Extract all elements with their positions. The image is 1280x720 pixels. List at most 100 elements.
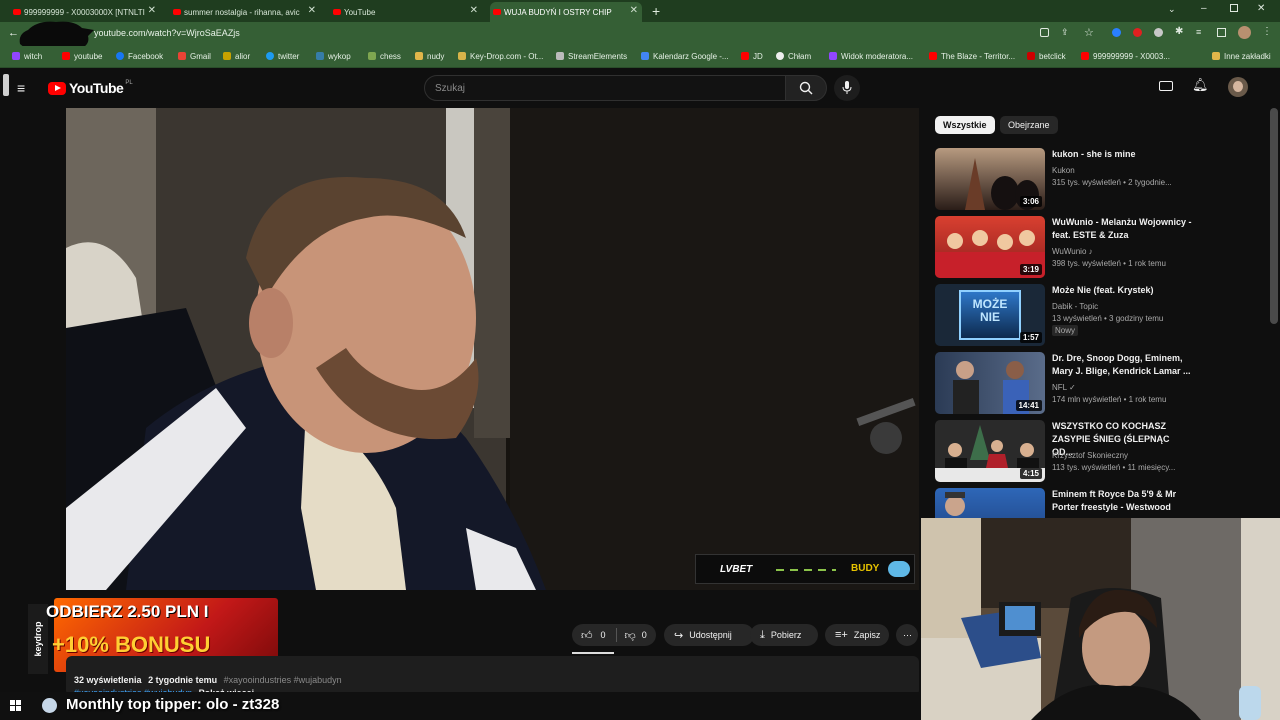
- bookmark[interactable]: nudy: [415, 52, 444, 61]
- video-player[interactable]: LVBET BUDY: [66, 108, 919, 590]
- video-thumbnail[interactable]: 3:19: [935, 216, 1045, 278]
- bookmark[interactable]: youtube: [62, 52, 102, 61]
- search-button[interactable]: [785, 75, 827, 101]
- bookmark[interactable]: alior: [223, 52, 250, 61]
- maximize-button[interactable]: [1230, 4, 1238, 12]
- bookmark[interactable]: 999999999 - X0003...: [1081, 52, 1170, 61]
- video-thumbnail[interactable]: 14:41: [935, 352, 1045, 414]
- address-bar: ← youtube.com/watch?v=WjroSaEAZjs ⇪ ☆ ✱ …: [0, 21, 1280, 59]
- puzzle-icon[interactable]: ✱: [1175, 26, 1183, 37]
- bookmark[interactable]: betclick: [1027, 52, 1066, 61]
- profile-avatar[interactable]: [1238, 26, 1251, 39]
- sidepanel-icon[interactable]: [1217, 28, 1226, 37]
- bookmark[interactable]: witch: [12, 52, 42, 61]
- close-window-button[interactable]: ✕: [1257, 3, 1265, 14]
- thumbs-down-icon[interactable]: 👎︎: [625, 629, 636, 642]
- extension-icon[interactable]: [1133, 28, 1142, 37]
- chip-watched[interactable]: Obejrzane: [1000, 116, 1058, 134]
- recommended-video[interactable]: MOŻE NIE 1:57 Może Nie (feat. Krystek) D…: [935, 284, 1265, 346]
- menu-icon[interactable]: ⋮: [1262, 26, 1272, 37]
- playlist-icon[interactable]: ≡: [1196, 27, 1201, 37]
- bookmark-label: 999999999 - X0003...: [1093, 52, 1170, 61]
- recommended-video[interactable]: Eminem ft Royce Da 5'9 & Mr Porter frees…: [935, 488, 1265, 518]
- scroll-handle[interactable]: [3, 74, 9, 96]
- close-icon[interactable]: ✕: [308, 5, 316, 16]
- video-thumbnail[interactable]: [935, 488, 1045, 518]
- close-icon[interactable]: ✕: [630, 5, 638, 16]
- channel-name[interactable]: Dabik - Topic: [1052, 302, 1098, 311]
- channel-name[interactable]: Krzysztof Skonieczny: [1052, 451, 1128, 460]
- close-icon[interactable]: ✕: [148, 5, 156, 16]
- browser-tab-active[interactable]: WUJA BUDYŃ I OSTRY CHIP ✕: [490, 2, 642, 22]
- youtube-icon: [62, 52, 70, 60]
- bookmark[interactable]: Gmail: [178, 52, 211, 61]
- promo-side-strip: keydrop: [28, 604, 48, 674]
- video-thumbnail[interactable]: MOŻE NIE 1:57: [935, 284, 1045, 346]
- save-button[interactable]: ≡+ Zapisz: [825, 624, 889, 646]
- more-actions-button[interactable]: ⋯: [896, 624, 918, 646]
- url-text[interactable]: youtube.com/watch?v=WjroSaEAZjs: [94, 28, 240, 38]
- youtube-logo[interactable]: YouTube PL: [48, 80, 133, 96]
- recommended-video[interactable]: 3:06 kukon - she is mine Kukon 315 tys. …: [935, 148, 1265, 210]
- recommended-video[interactable]: 14:41 Dr. Dre, Snoop Dogg, Eminem, Mary …: [935, 352, 1265, 414]
- share-button[interactable]: ↪ Udostępnij: [664, 624, 754, 646]
- minimize-button[interactable]: –: [1201, 3, 1207, 14]
- video-title[interactable]: WuWunio - Melanżu Wojownicy - feat. ESTE…: [1052, 216, 1192, 242]
- video-title[interactable]: kukon - she is mine: [1052, 148, 1192, 161]
- install-icon[interactable]: [1040, 28, 1049, 37]
- thumbs-up-icon[interactable]: 👍︎: [581, 629, 593, 642]
- browser-tab[interactable]: YouTube ✕: [330, 2, 482, 22]
- windows-start-icon[interactable]: [10, 700, 21, 711]
- bookmark[interactable]: twitter: [266, 52, 299, 61]
- bookmark[interactable]: Widok moderatora...: [829, 52, 913, 61]
- bookmark[interactable]: The Blaze - Territor...: [929, 52, 1015, 61]
- chess-icon: [368, 52, 376, 60]
- download-icon: ⤓: [760, 628, 765, 641]
- download-button[interactable]: ⤓ Pobierz: [750, 624, 818, 646]
- share-icon[interactable]: ⇪: [1061, 27, 1069, 38]
- bookmark[interactable]: Chłam: [776, 52, 811, 61]
- voice-search-button[interactable]: [834, 75, 860, 101]
- recommended-video[interactable]: 3:19 WuWunio - Melanżu Wojownicy - feat.…: [935, 216, 1265, 278]
- bookmark[interactable]: JD: [741, 52, 763, 61]
- hamburger-menu-icon[interactable]: ≡: [17, 80, 25, 96]
- bookmark[interactable]: Key-Drop.com - Ot...: [458, 52, 543, 61]
- bookmark[interactable]: Facebook: [116, 52, 163, 61]
- microphone-icon: [842, 81, 852, 94]
- star-icon[interactable]: ☆: [1084, 26, 1094, 39]
- create-video-icon[interactable]: [1159, 81, 1173, 91]
- bookmark[interactable]: Kalendarz Google -...: [641, 52, 729, 61]
- taskbar-app-icon[interactable]: [42, 698, 57, 713]
- video-title[interactable]: Może Nie (feat. Krystek): [1052, 284, 1192, 297]
- browser-tab[interactable]: summer nostalgia - rihanna, avic ✕: [170, 2, 320, 22]
- channel-name[interactable]: WuWunio ♪: [1052, 247, 1093, 256]
- channel-name[interactable]: NFL ✓: [1052, 383, 1076, 392]
- channel-name[interactable]: Kukon: [1052, 166, 1075, 175]
- notifications-bell-icon[interactable]: 🔔︎: [1192, 77, 1209, 93]
- extension-icon[interactable]: [1112, 28, 1121, 37]
- account-avatar[interactable]: [1228, 77, 1248, 97]
- like-ratio-bar: [572, 652, 614, 654]
- chip-all[interactable]: Wszystkie: [935, 116, 995, 134]
- bookmark[interactable]: chess: [368, 52, 401, 61]
- calendar-icon: [641, 52, 649, 60]
- video-frame: [66, 108, 919, 590]
- video-title[interactable]: Dr. Dre, Snoop Dogg, Eminem, Mary J. Bli…: [1052, 352, 1192, 378]
- page-scrollbar[interactable]: [1270, 108, 1278, 324]
- bookmark[interactable]: Inne zakładki: [1212, 52, 1271, 61]
- hashtags[interactable]: #xayooindustries #wujabudyn: [224, 675, 342, 685]
- new-tab-button[interactable]: +: [652, 3, 660, 19]
- region-label: PL: [125, 80, 133, 86]
- close-icon[interactable]: ✕: [470, 5, 478, 16]
- bookmark[interactable]: StreamElements: [556, 52, 627, 61]
- youtube-icon: [493, 9, 501, 15]
- video-thumbnail[interactable]: 4:15: [935, 420, 1045, 482]
- video-title[interactable]: Eminem ft Royce Da 5'9 & Mr Porter frees…: [1052, 488, 1192, 514]
- chevron-down-icon[interactable]: ⌄: [1168, 4, 1176, 15]
- facebook-icon: [116, 52, 124, 60]
- bookmark[interactable]: wykop: [316, 52, 351, 61]
- recommended-video[interactable]: 4:15 WSZYSTKO CO KOCHASZ ZASYPIE ŚNIEG (…: [935, 420, 1265, 482]
- search-input[interactable]: Szukaj: [424, 75, 786, 101]
- video-thumbnail[interactable]: 3:06: [935, 148, 1045, 210]
- extension-icon[interactable]: [1154, 28, 1163, 37]
